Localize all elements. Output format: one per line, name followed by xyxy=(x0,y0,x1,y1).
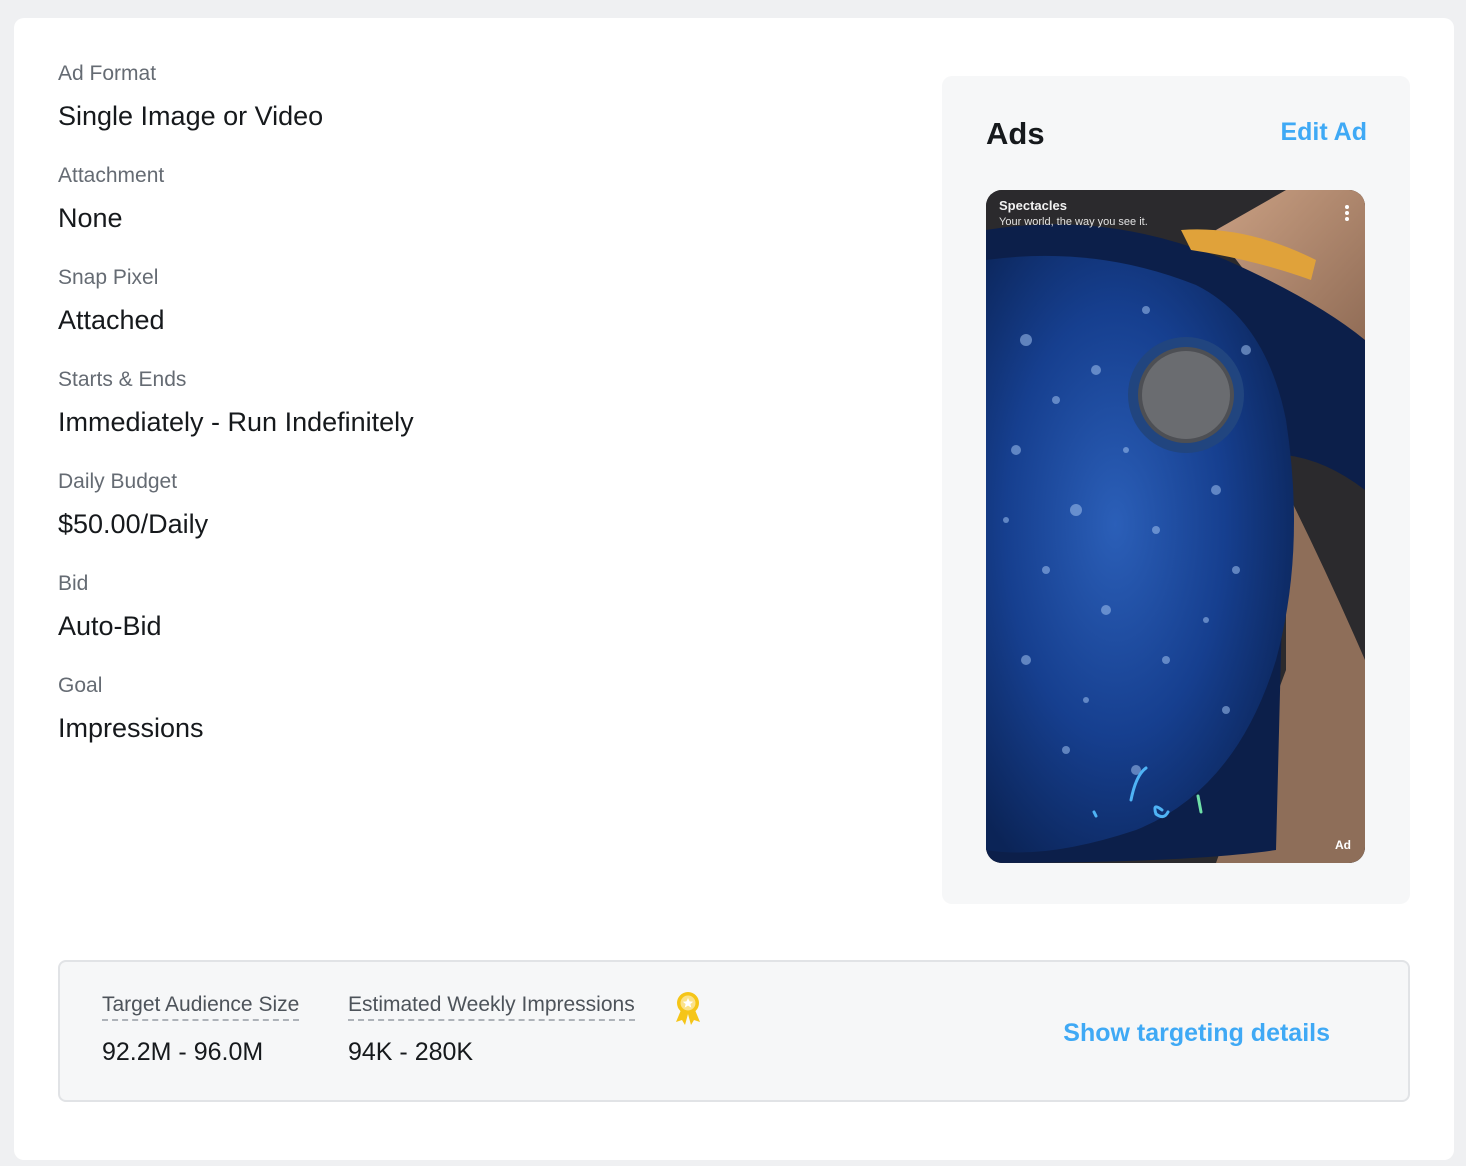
more-options-icon[interactable] xyxy=(1345,205,1351,223)
attachment-field: Attachment None xyxy=(58,164,858,266)
weekly-impressions-metric: Estimated Weekly Impressions 94K - 280K xyxy=(348,992,635,1067)
ad-format-field: Ad Format Single Image or Video xyxy=(58,62,858,164)
weekly-impressions-label[interactable]: Estimated Weekly Impressions xyxy=(348,992,635,1021)
schedule-label: Starts & Ends xyxy=(58,368,187,391)
audience-size-metric: Target Audience Size 92.2M - 96.0M xyxy=(102,992,300,1067)
daily-budget-field: Daily Budget $50.00/Daily xyxy=(58,470,858,572)
ads-title: Ads xyxy=(986,116,1045,151)
snap-pixel-field: Snap Pixel Attached xyxy=(58,266,858,368)
ad-brand-tagline: Your world, the way you see it. xyxy=(999,216,1148,228)
snap-pixel-label: Snap Pixel xyxy=(58,266,159,289)
ad-preview-image xyxy=(986,190,1365,863)
goal-field: Goal Impressions xyxy=(58,674,858,776)
audience-estimates-bar: Target Audience Size 92.2M - 96.0M Estim… xyxy=(58,960,1410,1102)
weekly-impressions-value: 94K - 280K xyxy=(348,1038,474,1066)
daily-budget-label: Daily Budget xyxy=(58,470,178,493)
ad-summary-card: Ad Format Single Image or Video Attachme… xyxy=(14,18,1454,1160)
award-ribbon-icon[interactable] xyxy=(672,990,704,1026)
bid-label: Bid xyxy=(58,572,89,595)
ad-format-label: Ad Format xyxy=(58,62,157,85)
ad-preview[interactable]: Spectacles Your world, the way you see i… xyxy=(986,190,1365,863)
ad-badge: Ad xyxy=(1335,838,1351,852)
ad-format-value: Single Image or Video xyxy=(58,101,324,131)
goal-value: Impressions xyxy=(58,713,204,743)
schedule-value: Immediately - Run Indefinitely xyxy=(58,407,414,437)
snap-pixel-value: Attached xyxy=(58,305,165,335)
schedule-field: Starts & Ends Immediately - Run Indefini… xyxy=(58,368,858,470)
edit-ad-link[interactable]: Edit Ad xyxy=(1280,116,1367,148)
goal-label: Goal xyxy=(58,674,103,697)
attachment-value: None xyxy=(58,203,123,233)
attachment-label: Attachment xyxy=(58,164,165,187)
ad-details-list: Ad Format Single Image or Video Attachme… xyxy=(58,62,858,776)
audience-size-value: 92.2M - 96.0M xyxy=(102,1038,264,1066)
show-targeting-details-link[interactable]: Show targeting details xyxy=(1063,1018,1330,1048)
ad-brand-name: Spectacles xyxy=(999,198,1067,213)
daily-budget-value: $50.00/Daily xyxy=(58,509,209,539)
bid-value: Auto-Bid xyxy=(58,611,162,641)
ads-panel: Ads Edit Ad Spectacles Your world, the w… xyxy=(942,76,1410,904)
bid-field: Bid Auto-Bid xyxy=(58,572,858,674)
audience-size-label[interactable]: Target Audience Size xyxy=(102,992,300,1021)
